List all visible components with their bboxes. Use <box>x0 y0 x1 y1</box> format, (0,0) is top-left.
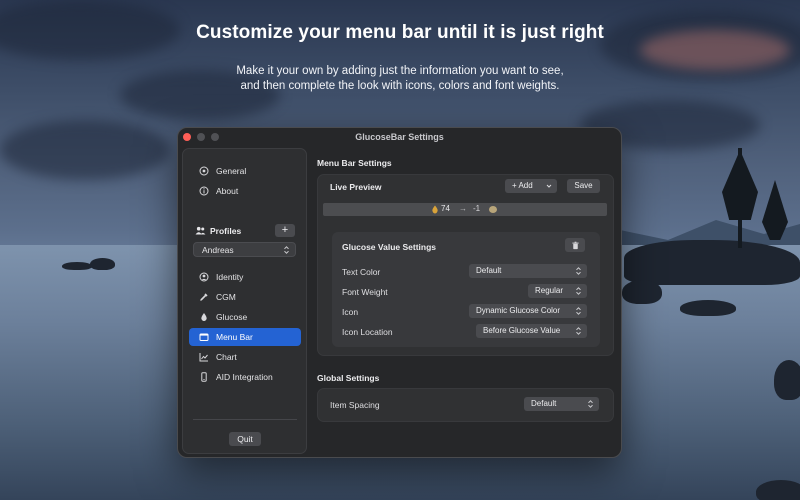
font-weight-select[interactable]: Regular <box>528 284 587 298</box>
sidebar-item-general[interactable]: General <box>189 162 301 180</box>
text-color-label: Text Color <box>342 267 381 277</box>
font-weight-value: Regular <box>535 286 564 295</box>
rock <box>774 360 800 400</box>
sidebar-item-label: About <box>216 186 239 196</box>
info-icon <box>195 186 213 196</box>
sidebar-item-label: General <box>216 166 247 176</box>
chevron-up-down-icon <box>576 287 581 295</box>
hero-subtitle-line: and then complete the look with icons, c… <box>240 80 560 92</box>
phone-icon <box>195 372 213 382</box>
text-color-select[interactable]: Default <box>469 264 587 278</box>
profiles-label: Profiles <box>210 226 242 236</box>
rock <box>756 480 800 500</box>
settings-window: GlucoseBar Settings General About Profil… <box>177 127 622 458</box>
sidebar-item-aid-integration[interactable]: AID Integration <box>189 368 301 386</box>
status-dot-icon <box>489 206 497 213</box>
sidebar-item-menu-bar[interactable]: Menu Bar <box>189 328 301 346</box>
sidebar-divider <box>193 419 297 420</box>
add-item-button[interactable]: + Add <box>505 179 557 193</box>
icon-location-select[interactable]: Before Glucose Value <box>476 324 587 338</box>
people-icon <box>195 222 206 240</box>
delete-item-button[interactable] <box>565 238 585 252</box>
rock <box>62 262 92 270</box>
trash-icon <box>571 241 579 249</box>
icon-label: Icon <box>342 307 359 317</box>
sidebar-item-chart[interactable]: Chart <box>189 348 301 366</box>
sidebar-item-identity[interactable]: Identity <box>189 268 301 286</box>
item-spacing-select[interactable]: Default <box>524 397 599 411</box>
global-settings-title: Global Settings <box>317 373 380 383</box>
menubar-icon <box>195 332 213 342</box>
icon-location-label: Icon Location <box>342 327 393 337</box>
icon-select[interactable]: Dynamic Glucose Color <box>469 304 587 318</box>
sidebar-item-glucose[interactable]: Glucose <box>189 308 301 326</box>
tree <box>722 150 758 220</box>
quit-button[interactable]: Quit <box>229 432 261 446</box>
rock <box>90 258 115 270</box>
preview-trend-arrow: → <box>459 204 467 213</box>
sensor-icon <box>195 292 213 302</box>
live-preview-label: Live Preview <box>330 182 382 192</box>
tree <box>762 180 788 240</box>
profile-select-value: Andreas <box>202 245 234 255</box>
gear-icon <box>195 166 213 176</box>
rock <box>624 240 800 285</box>
icon-value: Dynamic Glucose Color <box>476 306 561 315</box>
live-preview-bar: 74 → -1 <box>323 203 607 216</box>
title-bar[interactable]: GlucoseBar Settings <box>178 128 621 146</box>
preview-glucose-value: 74 <box>441 204 450 213</box>
sidebar-item-label: CGM <box>216 292 236 302</box>
cloud <box>0 120 170 180</box>
window-title: GlucoseBar Settings <box>355 132 444 142</box>
hero-subtitle-line: Make it your own by adding just the info… <box>236 65 564 77</box>
font-weight-label: Font Weight <box>342 287 388 297</box>
icon-location-value: Before Glucose Value <box>483 326 561 335</box>
sidebar-item-label: Menu Bar <box>216 332 253 342</box>
item-spacing-value: Default <box>531 399 557 408</box>
rock <box>680 300 736 316</box>
chevron-up-down-icon <box>588 400 593 408</box>
menu-bar-settings-title: Menu Bar Settings <box>317 158 392 168</box>
add-item-button-label: + Add <box>512 181 533 190</box>
chart-icon <box>195 352 213 362</box>
rock <box>622 280 662 304</box>
profile-select[interactable]: Andreas <box>193 242 296 257</box>
sidebar-item-label: Identity <box>216 272 244 282</box>
text-color-value: Default <box>476 266 502 275</box>
sidebar-item-label: Chart <box>216 352 237 362</box>
glucose-value-settings-title: Glucose Value Settings <box>342 242 437 252</box>
preview-delta: -1 <box>473 204 481 213</box>
chevron-up-down-icon <box>284 246 289 254</box>
chevron-down-icon <box>546 184 552 188</box>
chevron-up-down-icon <box>576 327 581 335</box>
item-spacing-label: Item Spacing <box>330 400 380 410</box>
sidebar: General About Profiles + Andreas Identit… <box>182 148 307 454</box>
sidebar-item-cgm[interactable]: CGM <box>189 288 301 306</box>
add-profile-button[interactable]: + <box>275 224 295 237</box>
person-icon <box>195 272 213 282</box>
glucose-drop-icon <box>432 205 438 214</box>
drop-icon <box>195 312 213 322</box>
save-button[interactable]: Save <box>567 179 600 193</box>
chevron-up-down-icon <box>576 267 581 275</box>
sidebar-item-label: AID Integration <box>216 372 273 382</box>
chevron-up-down-icon <box>576 307 581 315</box>
sidebar-item-about[interactable]: About <box>189 182 301 200</box>
hero-subtitle: Make it your own by adding just the info… <box>0 64 800 94</box>
sidebar-item-label: Glucose <box>216 312 248 322</box>
hero-title: Customize your menu bar until it is just… <box>196 22 604 43</box>
